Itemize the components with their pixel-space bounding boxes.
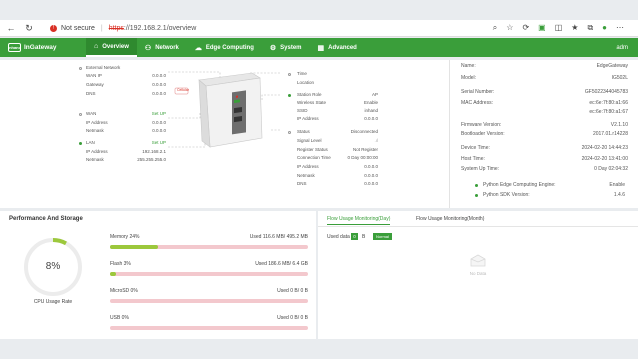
microsd-label: MicroSD 0% (110, 288, 138, 294)
memory-used: Used 116.6 MB/ 495.2 MB (249, 234, 308, 240)
connector-wlan (261, 94, 280, 100)
connector-wan (168, 112, 201, 119)
performance-title: Performance And Storage (9, 216, 83, 222)
signal-icon: .ıl (374, 138, 378, 143)
flow-tab-divider (318, 226, 638, 227)
memory-label: Memory 24% (110, 234, 140, 240)
page-footer (0, 339, 638, 359)
device-info-divider (449, 60, 450, 208)
no-data-text: No Data (469, 271, 487, 276)
performance-panel: Performance And Storage 8% CPU Usage Rat… (0, 211, 316, 339)
connector-lan (168, 140, 206, 148)
empty-box-icon (470, 254, 486, 267)
station-role-label: Station Role (297, 92, 322, 97)
memory-bar (110, 245, 308, 249)
device-name: EdgeGateway (596, 63, 628, 69)
used-data-label: Used data (327, 234, 350, 240)
cellular-status: Disconnected (350, 129, 378, 134)
time-status-dot (288, 73, 291, 76)
cellular-tag: Cellular (177, 88, 189, 92)
flash-bar (110, 272, 308, 276)
microsd-bar (110, 299, 308, 303)
cellular-status-dot (288, 131, 291, 134)
used-data-unit: B (362, 234, 366, 240)
wlan-status-dot (288, 94, 291, 97)
flow-panel: Flow Usage Monitoring(Day) Flow Usage Mo… (318, 211, 638, 339)
tab-flow-day[interactable]: Flow Usage Monitoring(Day) (327, 214, 391, 225)
python-sdk-version: 1.4.6 (613, 192, 625, 198)
python-engine-status: Enable (609, 182, 625, 188)
used-data-value: 0 (351, 233, 358, 240)
cpu-label: CPU Usage Rate (33, 299, 73, 305)
usb-bar (110, 326, 308, 330)
flash-used: Used 186.6 MB/ 6.4 GB (255, 261, 308, 267)
flash-label: Flash 3% (110, 261, 131, 267)
python-sdk-dot (475, 194, 478, 197)
microsd-used: Used 0 B/ 0 B (277, 288, 308, 294)
usage-status-badge: Normal (373, 233, 392, 240)
gateway-device-icon (198, 72, 263, 148)
tab-flow-month[interactable]: Flow Usage Monitoring(Month) (416, 214, 484, 224)
usb-label: USB 0% (110, 315, 129, 321)
flash-bar-fill (110, 272, 116, 276)
memory-bar-fill (110, 245, 158, 249)
python-engine-dot (475, 184, 478, 187)
station-role-value: AP (371, 92, 378, 97)
usb-used: Used 0 B/ 0 B (277, 315, 308, 321)
cpu-percent: 8% (45, 261, 61, 272)
